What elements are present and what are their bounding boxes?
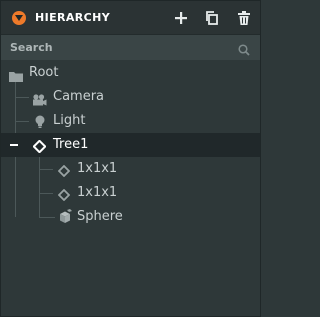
panel-title: HIERARCHY (35, 11, 111, 24)
diamond-entity-icon (32, 138, 47, 157)
diamond-entity-icon (57, 186, 71, 205)
tree-item-label: Sphere (77, 209, 123, 224)
tree-item-label: Tree1 (53, 137, 89, 152)
tree-item-label: Camera (53, 89, 105, 104)
plus-icon[interactable] (173, 10, 189, 26)
tree-item-1x1x1[interactable]: 1x1x1 (1, 181, 260, 205)
camera-entity-icon (32, 91, 47, 110)
trash-icon[interactable] (236, 10, 252, 26)
collapse-toggle-icon[interactable] (10, 144, 18, 146)
tree-item-label: Light (53, 113, 86, 128)
tree-item-1x1x1[interactable]: 1x1x1 (1, 157, 260, 181)
copy-icon[interactable] (204, 10, 220, 26)
tree-item-label: 1x1x1 (77, 185, 118, 200)
folder-icon (9, 67, 23, 86)
diamond-entity-icon (57, 162, 71, 181)
chevron-down-circle-icon[interactable] (12, 11, 26, 25)
magnifier-icon[interactable] (238, 41, 250, 60)
search-input[interactable] (1, 35, 231, 60)
hierarchy-panel: HIERARCHY Search Root Camera Light Tree1… (0, 0, 261, 317)
light-bulb-icon (35, 114, 45, 133)
search-bar (1, 35, 260, 60)
tree-item-sphere[interactable]: Sphere (1, 205, 260, 229)
tree-item-camera[interactable]: Camera (1, 85, 260, 109)
tree-item-root[interactable]: Root (1, 61, 260, 85)
tree-item-light[interactable]: Light (1, 109, 260, 133)
cube-model-icon (56, 209, 73, 229)
tree-item-tree1[interactable]: Tree1 (1, 133, 260, 157)
tree-item-label: 1x1x1 (77, 161, 118, 176)
panel-header: HIERARCHY (1, 1, 260, 35)
tree-item-label: Root (29, 65, 59, 80)
